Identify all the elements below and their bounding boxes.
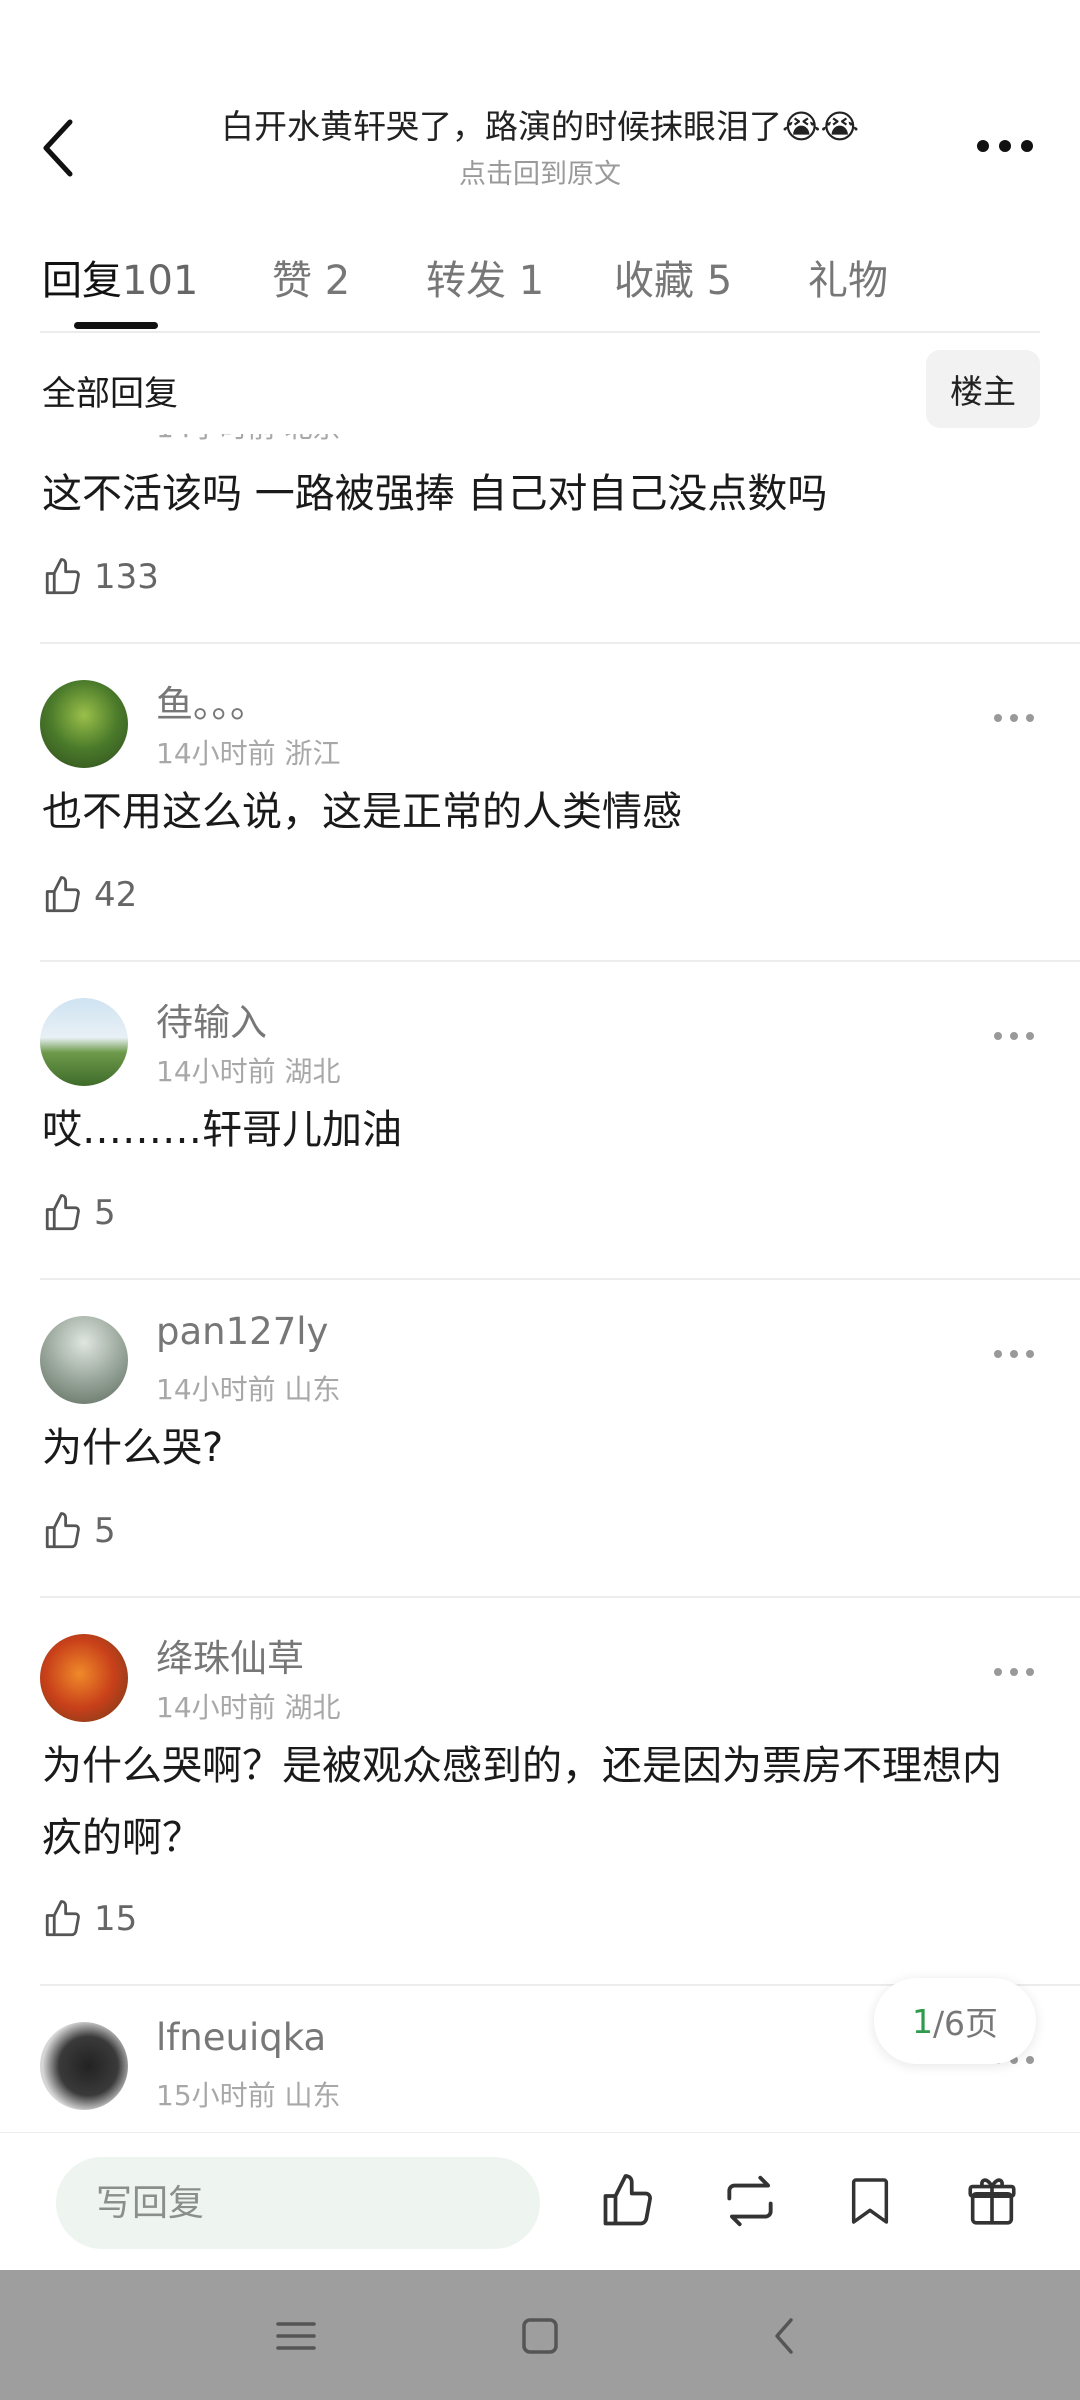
like-count: 42 xyxy=(94,875,138,915)
comment-meta: 14小时前 湖北 xyxy=(156,1691,341,1724)
bookmark-icon xyxy=(851,2178,889,2224)
avatar[interactable] xyxy=(40,998,128,1086)
thumbs-up-icon xyxy=(45,1194,80,1231)
like-count: 133 xyxy=(94,557,159,597)
comment-more-button[interactable] xyxy=(984,1652,1044,1692)
square-icon xyxy=(522,2318,558,2354)
tab-likes[interactable]: 赞 2 xyxy=(272,248,350,306)
bookmark-button[interactable] xyxy=(838,2169,902,2233)
thumbs-up-icon xyxy=(45,558,80,595)
chevron-left-icon xyxy=(775,2318,793,2354)
system-back-button[interactable] xyxy=(756,2308,812,2364)
ellipsis-icon xyxy=(994,714,1034,722)
active-tab-indicator xyxy=(74,322,158,329)
comment-text: 为什么哭啊？是被观众感到的，还是因为票房不理想内疚的啊？ xyxy=(42,1743,1002,1861)
divider xyxy=(40,960,1080,962)
comment-text: 这不活该吗 一路被强捧 自己对自己没点数吗 xyxy=(42,471,828,517)
repost-button[interactable] xyxy=(718,2169,782,2233)
thumbs-up-icon xyxy=(45,1900,80,1937)
avatar[interactable] xyxy=(40,2022,128,2110)
avatar[interactable] xyxy=(40,680,128,768)
tab-gifts[interactable]: 礼物 xyxy=(808,248,888,306)
comment-more-button[interactable] xyxy=(984,1016,1044,1056)
avatar[interactable] xyxy=(40,1316,128,1404)
tab-bar: 回复101 赞 2 转发 1 收藏 5 礼物 xyxy=(0,230,1080,334)
header: 白开水黄轩哭了，路演的时候抹眼泪了😭😭 点击回到原文 xyxy=(0,0,1080,210)
current-page: 1 xyxy=(911,2001,933,2041)
tab-replies[interactable]: 回复101 xyxy=(42,248,198,306)
thumbs-up-icon xyxy=(45,1512,80,1549)
recent-apps-button[interactable] xyxy=(268,2308,324,2364)
ellipsis-icon xyxy=(994,1350,1034,1358)
back-button[interactable] xyxy=(28,108,88,188)
comment-username[interactable]: pan127ly xyxy=(156,1310,328,1353)
comment-meta: 14小时前 北京 xyxy=(156,434,341,446)
like-count: 5 xyxy=(94,1193,116,1233)
comment-text: 哎………轩哥儿加油 xyxy=(42,1107,402,1153)
filter-bar: 全部回复 楼主 xyxy=(0,334,1080,434)
divider xyxy=(40,331,1040,333)
divider xyxy=(40,1596,1080,1598)
divider xyxy=(40,1278,1080,1280)
page-indicator[interactable]: 1/6页 xyxy=(874,1978,1036,2064)
repost-icon xyxy=(727,2175,773,2227)
thumbs-up-icon xyxy=(603,2174,652,2226)
divider xyxy=(40,642,1080,644)
gift-icon xyxy=(968,2178,1016,2225)
avatar[interactable] xyxy=(40,1634,128,1722)
bottom-action-bar xyxy=(0,2132,1080,2270)
system-navigation-bar xyxy=(0,2270,1080,2400)
menu-icon xyxy=(276,2322,316,2350)
like-button[interactable]: 133 xyxy=(42,552,159,602)
total-pages: /6页 xyxy=(932,2004,999,2043)
tab-reposts[interactable]: 转发 1 xyxy=(426,248,544,306)
comment-more-button[interactable] xyxy=(984,698,1044,738)
more-options-button[interactable] xyxy=(970,118,1040,174)
thumbs-up-icon xyxy=(45,876,80,913)
like-post-button[interactable] xyxy=(596,2169,660,2233)
like-count: 15 xyxy=(94,1899,138,1939)
comment-meta: 14小时前 山东 xyxy=(156,1373,341,1406)
comment-meta: 15小时前 山东 xyxy=(156,2079,341,2112)
like-button[interactable]: 42 xyxy=(42,870,137,920)
owner-only-button[interactable]: 楼主 xyxy=(926,350,1040,428)
tab-favorites[interactable]: 收藏 5 xyxy=(614,248,732,306)
comment-text: 为什么哭? xyxy=(42,1425,224,1471)
comment-meta: 14小时前 浙江 xyxy=(156,737,341,770)
reply-input[interactable] xyxy=(56,2157,540,2249)
comment-username[interactable]: 鱼。。。 xyxy=(156,674,267,728)
comment-meta: 14小时前 湖北 xyxy=(156,1055,341,1088)
comment-more-button[interactable] xyxy=(984,1334,1044,1374)
back-to-original-link[interactable]: 点击回到原文 xyxy=(150,152,930,191)
ellipsis-icon xyxy=(994,1668,1034,1676)
comment-username[interactable]: 待输入 xyxy=(156,992,267,1046)
post-title[interactable]: 白开水黄轩哭了，路演的时候抹眼泪了😭😭 xyxy=(150,100,930,148)
gift-button[interactable] xyxy=(960,2169,1024,2233)
chevron-left-icon xyxy=(43,119,73,177)
like-button[interactable]: 5 xyxy=(42,1188,116,1238)
comment-username[interactable]: 绛珠仙草 xyxy=(156,1628,304,1682)
comment-username[interactable]: lfneuiqka xyxy=(156,2016,326,2059)
ellipsis-icon xyxy=(994,1032,1034,1040)
ellipsis-icon xyxy=(977,140,1033,152)
like-button[interactable]: 5 xyxy=(42,1506,116,1556)
home-button[interactable] xyxy=(512,2308,568,2364)
like-button[interactable]: 15 xyxy=(42,1894,137,1944)
comment-list[interactable]: 14小时前 北京 这不活该吗 一路被强捧 自己对自己没点数吗 133 鱼。。。 … xyxy=(0,434,1080,2130)
all-replies-label: 全部回复 xyxy=(42,374,178,414)
like-count: 5 xyxy=(94,1511,116,1551)
comment-text: 也不用这么说，这是正常的人类情感 xyxy=(42,789,682,835)
